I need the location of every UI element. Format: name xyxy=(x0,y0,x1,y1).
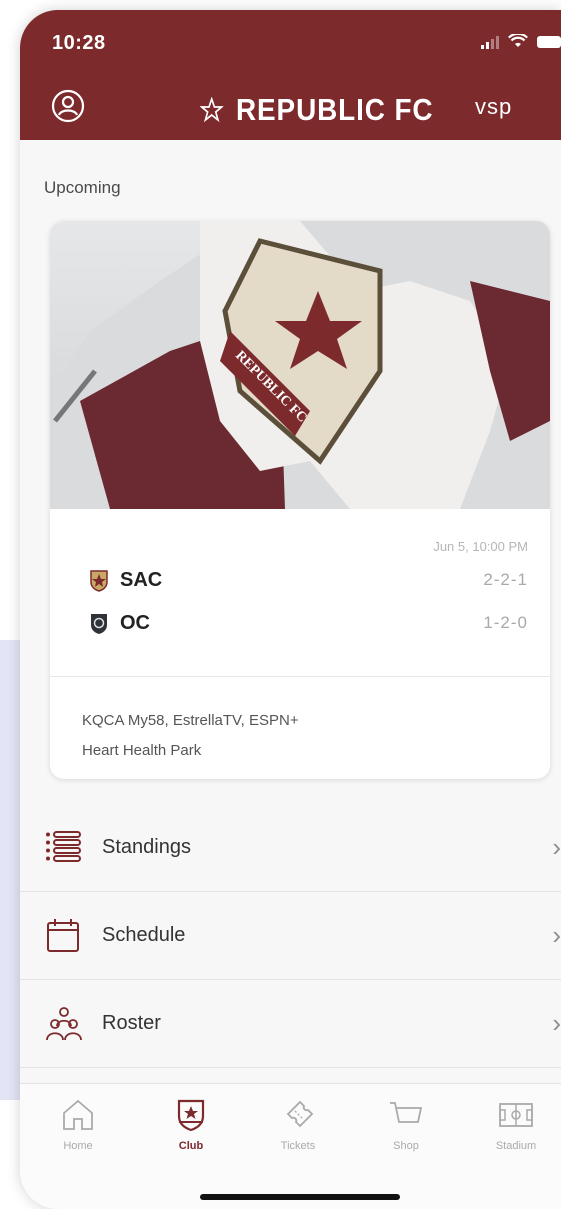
card-divider xyxy=(50,676,550,677)
menu-item-roster[interactable]: Roster › xyxy=(20,980,561,1068)
upcoming-label: Upcoming xyxy=(44,178,121,197)
sponsor-logo[interactable]: vsp xyxy=(475,94,512,120)
sac-crest-icon xyxy=(90,570,108,592)
tab-home[interactable]: Home xyxy=(42,1098,114,1152)
nav-row: REPUBLIC FC vsp xyxy=(20,88,561,132)
tab-label: Club xyxy=(178,1140,204,1152)
menu-item-schedule[interactable]: Schedule › xyxy=(20,892,561,980)
menu-item-label: Schedule xyxy=(102,924,186,946)
home-icon xyxy=(63,1099,93,1130)
tab-label: Stadium xyxy=(495,1140,537,1152)
people-icon xyxy=(46,1007,82,1041)
chevron-right-icon: › xyxy=(552,1008,561,1038)
tab-club[interactable]: Club xyxy=(155,1098,227,1152)
upcoming-match-card[interactable]: REPUBLIC FC Jun 5, 10:00 PM SAC 2-2-1 OC… xyxy=(50,221,550,779)
tab-stadium[interactable]: Stadium xyxy=(480,1098,552,1152)
app-header: 10:28 REPUBLIC FC vsp xyxy=(20,10,561,140)
away-team-name: OC xyxy=(120,611,150,634)
phone-screen: 10:28 REPUBLIC FC vsp Upcoming REPUBLIC … xyxy=(20,10,561,1209)
cart-icon xyxy=(390,1102,423,1123)
tab-label: Home xyxy=(63,1140,93,1152)
shield-icon xyxy=(177,1099,205,1132)
away-team-row: OC 1-2-0 xyxy=(88,608,528,638)
status-time: 10:28 xyxy=(52,32,106,54)
venue-name: Heart Health Park xyxy=(82,742,202,759)
hero-flag-image: REPUBLIC FC xyxy=(50,221,550,509)
ticket-icon xyxy=(286,1100,314,1128)
broadcast-info: KQCA My58, EstrellaTV, ESPN+ xyxy=(82,712,299,729)
calendar-icon xyxy=(47,919,79,952)
tab-shop[interactable]: Shop xyxy=(370,1098,442,1152)
home-team-record: 2-2-1 xyxy=(483,570,528,589)
home-indicator[interactable] xyxy=(200,1194,400,1200)
app-title: REPUBLIC FC xyxy=(236,92,434,127)
battery-icon xyxy=(537,35,561,48)
club-menu: Standings › Schedule › Roster › xyxy=(20,804,561,1068)
match-date: Jun 5, 10:00 PM xyxy=(433,539,528,554)
tab-label: Tickets xyxy=(280,1140,316,1152)
oc-crest-icon xyxy=(91,614,107,634)
status-icons xyxy=(481,34,561,49)
tab-bar: Home Club Tickets Shop Stadium xyxy=(20,1083,561,1209)
tab-label: Shop xyxy=(393,1140,419,1152)
chevron-right-icon: › xyxy=(552,920,561,950)
stadium-icon xyxy=(499,1103,533,1127)
away-team-record: 1-2-0 xyxy=(483,613,528,632)
home-team-row: SAC 2-2-1 xyxy=(88,565,528,595)
chevron-right-icon: › xyxy=(552,832,561,862)
wifi-icon xyxy=(508,34,528,47)
menu-item-standings[interactable]: Standings › xyxy=(20,804,561,892)
menu-item-label: Standings xyxy=(102,836,191,858)
tab-tickets[interactable]: Tickets xyxy=(262,1098,334,1152)
signal-icon xyxy=(481,35,499,49)
app-logo: REPUBLIC FC xyxy=(200,92,433,128)
list-icon xyxy=(46,831,81,862)
menu-item-label: Roster xyxy=(102,1012,161,1034)
home-team-name: SAC xyxy=(120,568,163,591)
star-icon xyxy=(200,97,224,123)
profile-icon[interactable] xyxy=(50,88,86,124)
